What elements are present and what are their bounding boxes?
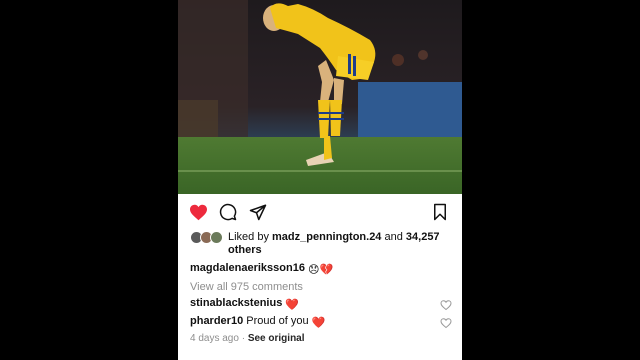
- liker-username[interactable]: madz_pennington.24: [272, 231, 381, 243]
- comment-item: pharder10 Proud of you ❤️: [190, 315, 325, 329]
- post-caption: magdalenaeriksson16 😞💔: [190, 262, 333, 276]
- meta-separator: ·: [238, 333, 248, 344]
- bookmark-icon[interactable]: [430, 202, 450, 222]
- caption-emoji: 😞💔: [308, 264, 334, 276]
- comment-emoji: ❤️: [285, 299, 300, 311]
- likes-prefix: Liked by: [228, 231, 273, 243]
- heart-filled-icon[interactable]: [188, 202, 208, 222]
- post-actions-bar: [178, 199, 462, 225]
- instagram-post: Liked by madz_pennington.24 and 34,257 o…: [178, 0, 462, 360]
- comment-emoji: ❤️: [311, 317, 326, 329]
- see-original-link[interactable]: See original: [248, 333, 305, 344]
- post-meta: 4 days ago · See original: [190, 333, 305, 344]
- liker-avatars: [190, 231, 226, 245]
- post-photo[interactable]: [178, 0, 462, 194]
- comment-like-icon[interactable]: [440, 299, 452, 311]
- share-icon[interactable]: [248, 202, 268, 222]
- post-timestamp: 4 days ago: [190, 333, 239, 344]
- avatar: [210, 231, 223, 244]
- likes-suffix[interactable]: others: [228, 244, 262, 256]
- comment-text: Proud of you: [246, 315, 309, 327]
- likes-text: Liked by madz_pennington.24 and 34,257 o…: [228, 231, 458, 257]
- likes-conjunction: and: [381, 231, 406, 243]
- likes-count[interactable]: 34,257: [406, 231, 440, 243]
- caption-username[interactable]: magdalenaeriksson16: [190, 262, 305, 274]
- view-all-comments-link[interactable]: View all 975 comments: [190, 281, 303, 293]
- comment-icon[interactable]: [218, 202, 238, 222]
- comment-username[interactable]: stinablackstenius: [190, 297, 282, 309]
- comment-item: stinablackstenius ❤️: [190, 297, 299, 311]
- comment-like-icon[interactable]: [440, 317, 452, 329]
- comment-username[interactable]: pharder10: [190, 315, 243, 327]
